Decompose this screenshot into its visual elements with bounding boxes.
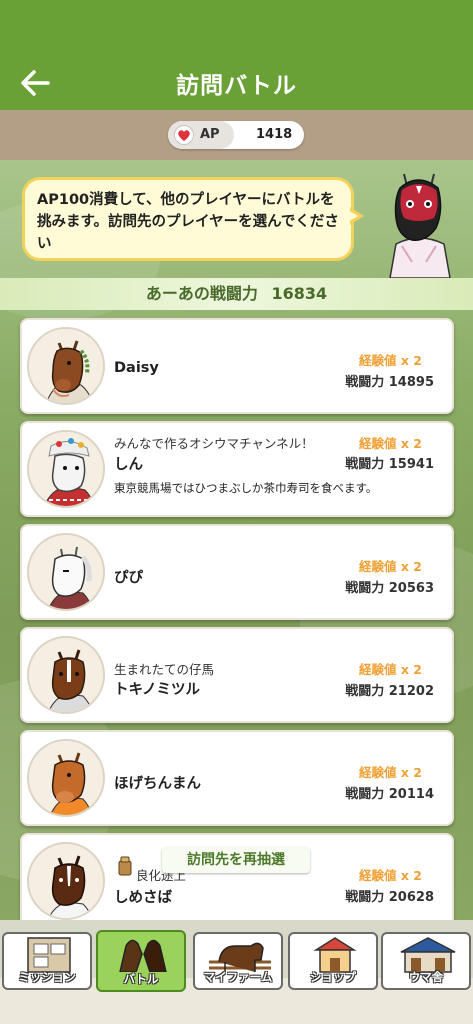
growth-item-icon	[118, 856, 132, 876]
player-name: しめさば	[114, 890, 172, 906]
combat-power: 戦闘力 20114	[345, 787, 434, 802]
dark-horse-avatar-icon	[29, 844, 103, 918]
nav-label: マイファーム	[203, 970, 273, 984]
exp-bonus: 経験値 x 2	[359, 559, 422, 574]
player-name: ぴぴ	[114, 570, 143, 586]
player-card[interactable]: Daisy 経験値 x 2 戦闘力 14895	[20, 318, 454, 414]
my-power-label: あーあの戦闘力	[145, 284, 258, 303]
avatar	[27, 636, 105, 714]
stable-icon	[400, 937, 456, 973]
nav-stable[interactable]: ウマ舎	[381, 932, 471, 990]
nav-shop[interactable]: ショップ	[288, 932, 378, 990]
exp-bonus: 経験値 x 2	[359, 868, 422, 883]
nav-battle[interactable]: バトル	[96, 930, 186, 992]
instruction-text: AP100消費して、他のプレイヤーにバトルを挑みます。訪問先のプレイヤーを選んで…	[37, 192, 339, 252]
nav-label: バトル	[123, 972, 159, 986]
my-power-banner: あーあの戦闘力 16834	[0, 278, 473, 310]
avatar	[27, 430, 105, 508]
ap-label: AP	[200, 127, 220, 142]
combat-power: 戦闘力 21202	[345, 684, 434, 699]
player-comment: みんなで作るオシウマチャンネル！	[114, 436, 314, 451]
player-name: Daisy	[114, 360, 159, 376]
heart-icon	[174, 125, 194, 145]
player-card[interactable]: ほげちんまん 経験値 x 2 戦闘力 20114	[20, 730, 454, 826]
white-horse-avatar-icon	[29, 535, 103, 609]
player-card[interactable]: みんなで作るオシウマチャンネル！ しん 経験値 x 2 戦闘力 15941 東京…	[20, 421, 454, 517]
player-name: しん	[114, 457, 143, 473]
player-name: トキノミツル	[114, 682, 200, 698]
avatar	[27, 327, 105, 405]
nav-label: ショップ	[310, 970, 356, 984]
ap-bar: AP 1418	[0, 110, 473, 160]
bottom-nav: ミッション バトル マイファーム ショップ ウマ舎	[0, 920, 473, 1024]
combat-power: 戦闘力 20628	[345, 890, 434, 905]
combat-power: 戦闘力 15941	[345, 457, 434, 472]
avatar	[27, 739, 105, 817]
player-card[interactable]: 生まれたての仔馬 トキノミツル 経験値 x 2 戦闘力 21202	[20, 627, 454, 723]
mission-board-icon	[27, 937, 71, 973]
battle-horses-icon	[119, 939, 167, 972]
player-name: ほげちんまん	[114, 776, 201, 792]
avatar	[27, 533, 105, 611]
exp-bonus: 経験値 x 2	[359, 436, 422, 451]
nav-mission[interactable]: ミッション	[2, 932, 92, 990]
player-comment: 生まれたての仔馬	[114, 662, 215, 677]
exp-bonus: 経験値 x 2	[359, 662, 422, 677]
chestnut-horse-avatar-icon	[29, 741, 103, 815]
nav-label: ミッション	[18, 970, 76, 984]
masked-horse-mascot	[389, 173, 451, 278]
player-profile-text: 東京競馬場ではひつまぶしか茶巾寿司を食べます。	[114, 481, 378, 495]
white-horse-avatar-icon	[29, 432, 103, 506]
nav-label: ウマ舎	[408, 970, 444, 984]
redraw-button[interactable]: 訪問先を再抽選	[162, 847, 310, 873]
nav-my-farm[interactable]: マイファーム	[193, 932, 283, 990]
exp-bonus: 経験値 x 2	[359, 353, 422, 368]
combat-power: 戦闘力 20563	[345, 581, 434, 596]
farm-horse-icon	[209, 942, 271, 972]
avatar	[27, 842, 105, 920]
ap-value: 1418	[256, 127, 293, 142]
my-power-value: 16834	[271, 284, 328, 303]
page-title: 訪問バトル	[176, 73, 297, 99]
player-card[interactable]: ぴぴ 経験値 x 2 戦闘力 20563	[20, 524, 454, 620]
shop-icon	[313, 937, 357, 973]
combat-power: 戦闘力 14895	[345, 375, 434, 390]
app-header: 訪問バトル	[0, 0, 473, 110]
brown-horse-avatar-icon	[29, 638, 103, 712]
brown-horse-avatar-icon	[29, 329, 103, 403]
ap-counter: AP 1418	[168, 121, 304, 149]
exp-bonus: 経験値 x 2	[359, 765, 422, 780]
instruction-bubble: AP100消費して、他のプレイヤーにバトルを挑みます。訪問先のプレイヤーを選んで…	[22, 177, 354, 261]
